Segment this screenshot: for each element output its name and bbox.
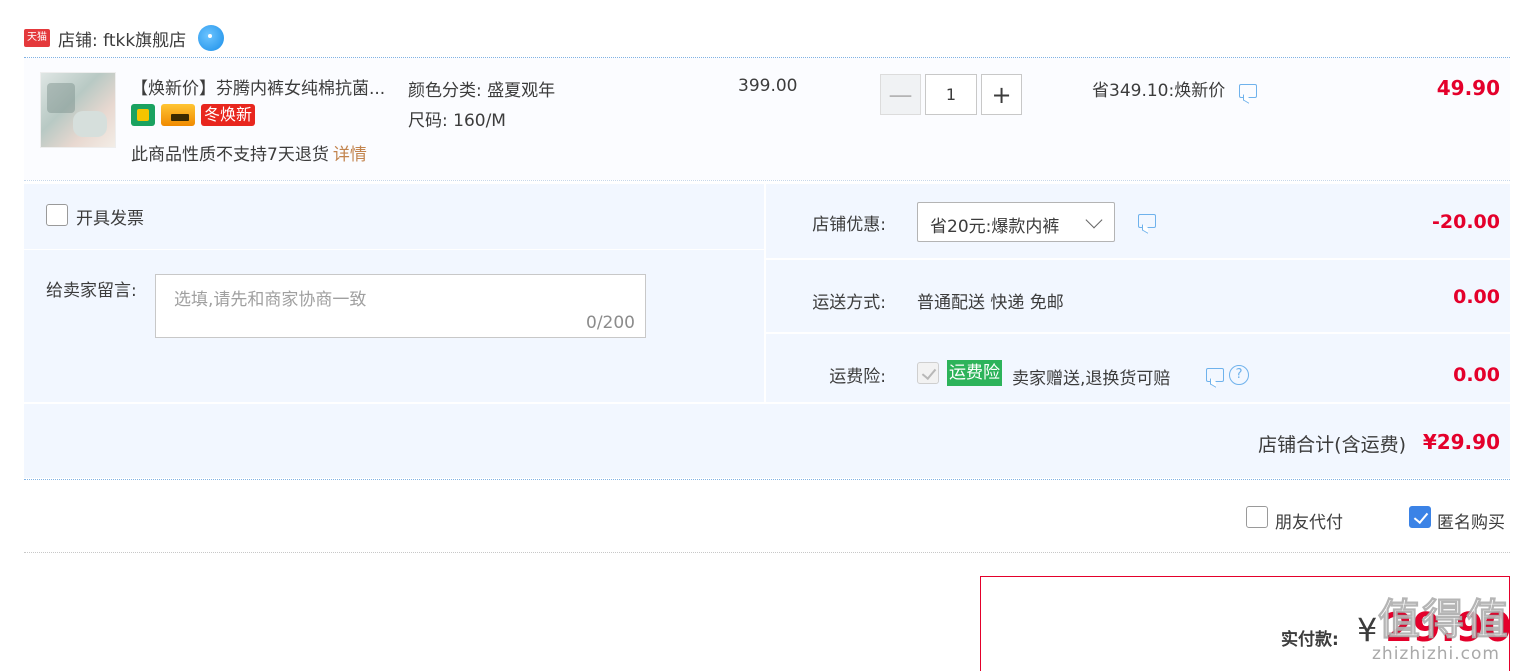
anonymous-purchase-checkbox[interactable] — [1409, 506, 1431, 528]
friend-pay-checkbox[interactable] — [1246, 506, 1268, 528]
promo-badge: 冬焕新 — [201, 104, 256, 126]
note-label: 给卖家留言: — [46, 281, 137, 301]
note-char-count: 0/200 — [586, 313, 635, 333]
delivery-label: 运送方式: — [812, 293, 886, 313]
message-icon[interactable] — [1206, 367, 1224, 382]
service-badge-icon — [131, 104, 155, 126]
insurance-help: ? — [1206, 364, 1250, 385]
shop-total-value: ¥29.90 — [1422, 430, 1500, 454]
message-icon[interactable] — [1138, 214, 1156, 228]
product-thumbnail[interactable] — [40, 72, 116, 148]
saving-text: 省349.10:焕新价 — [1092, 81, 1226, 101]
note-placeholder: 选填,请先和商家协商一致 — [174, 290, 367, 310]
insurance-row: 运费险: 运费险 卖家赠送,退换货可赔 ? 0.00 — [766, 336, 1510, 402]
shop-total-label: 店铺合计(含运费) — [1258, 434, 1406, 456]
watermark-url: zhizhizhi.com — [1372, 644, 1500, 664]
divider — [24, 180, 1510, 181]
increase-quantity-button[interactable]: + — [981, 74, 1022, 115]
tmall-logo-icon: 天猫 — [24, 29, 50, 47]
payment-label: 实付款: — [1281, 630, 1339, 650]
shop-coupon-value: -20.00 — [1432, 211, 1500, 233]
seller-note-textarea[interactable]: 选填,请先和商家协商一致 0/200 — [155, 274, 646, 338]
shop-name[interactable]: 店铺: ftkk旗舰店 — [58, 26, 186, 51]
wangwang-chat-icon[interactable] — [198, 25, 225, 51]
shop-coupon-label: 店铺优惠: — [812, 215, 886, 235]
help-icon[interactable]: ? — [1229, 364, 1250, 385]
unit-price: 399.00 — [738, 76, 798, 96]
invoice-label: 开具发票 — [76, 209, 144, 229]
quantity-stepper: — 1 + — [880, 74, 1022, 115]
watermark-logo: 值得值 — [1377, 595, 1511, 645]
return-policy-text: 此商品性质不支持7天退货 — [131, 145, 329, 165]
insurance-label: 运费险: — [829, 367, 886, 387]
divider — [24, 479, 1510, 480]
message-icon[interactable] — [1238, 84, 1257, 98]
order-options-panel: 开具发票 给卖家留言: 选填,请先和商家协商一致 0/200 店铺优惠: 省20… — [24, 184, 1510, 478]
insurance-checkbox — [917, 362, 939, 384]
insurance-tag: 运费险 — [947, 360, 1002, 386]
shop-total-row: 店铺合计(含运费) ¥29.90 — [24, 402, 1510, 478]
divider — [24, 552, 1510, 553]
insurance-text: 卖家赠送,退换货可赔 — [1012, 369, 1171, 389]
left-options: 开具发票 给卖家留言: 选填,请先和商家协商一致 0/200 — [24, 184, 764, 402]
decrease-quantity-button[interactable]: — — [880, 74, 921, 115]
detail-link[interactable]: 详情 — [333, 145, 367, 165]
shop-header: 天猫 店铺: ftkk旗舰店 — [24, 24, 225, 52]
chevron-down-icon — [1085, 211, 1103, 229]
sku-color: 颜色分类: 盛夏观年 — [408, 81, 556, 101]
anonymous-purchase-label: 匿名购买 — [1437, 513, 1505, 533]
delivery-method: 普通配送 快递 免邮 — [917, 293, 1064, 313]
invoice-row: 开具发票 — [24, 184, 764, 250]
cart-item-row: 【焕新价】芬腾内裤女纯棉抗菌... 冬焕新 此商品性质不支持7天退货 详情 颜色分… — [24, 58, 1510, 180]
insurance-value: 0.00 — [1453, 364, 1500, 386]
service-badges: 冬焕新 — [131, 104, 256, 126]
card-badge-icon — [161, 104, 195, 126]
friend-pay-label: 朋友代付 — [1275, 513, 1343, 533]
quantity-input[interactable]: 1 — [925, 74, 977, 115]
invoice-checkbox[interactable] — [46, 204, 68, 226]
delivery-row: 运送方式: 普通配送 快递 免邮 0.00 — [766, 262, 1510, 334]
product-title[interactable]: 【焕新价】芬腾内裤女纯棉抗菌... — [131, 74, 401, 99]
shop-coupon-row: 店铺优惠: 省20元:爆款内裤 -20.00 — [766, 184, 1510, 260]
delivery-value: 0.00 — [1453, 286, 1500, 308]
item-subtotal: 49.90 — [1436, 76, 1500, 100]
coupon-selected: 省20元:爆款内裤 — [930, 217, 1060, 237]
sku-size: 尺码: 160/M — [408, 111, 506, 131]
shop-coupon-select[interactable]: 省20元:爆款内裤 — [917, 202, 1115, 242]
saving-info: 省349.10:焕新价 — [1092, 76, 1257, 101]
return-policy: 此商品性质不支持7天退货 详情 — [131, 140, 367, 165]
